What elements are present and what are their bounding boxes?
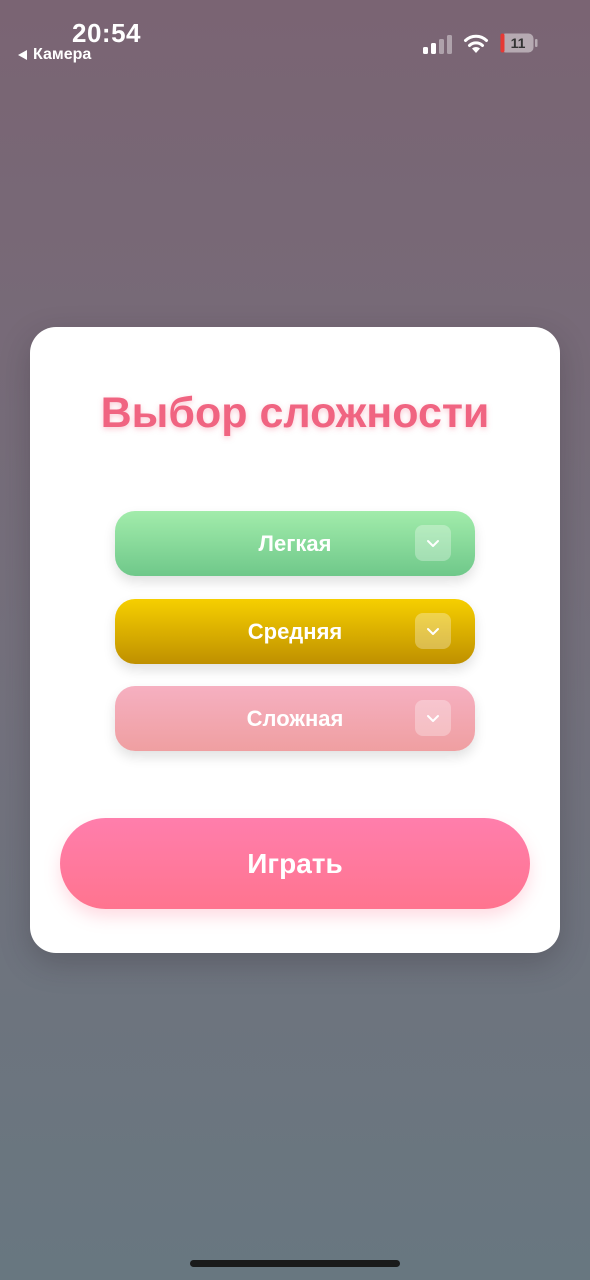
difficulty-medium-button[interactable]: Средняя (115, 599, 475, 664)
status-time: 20:54 (72, 18, 141, 48)
chevron-down-icon (415, 525, 451, 561)
back-to-app-link[interactable]: Камера (18, 46, 91, 64)
wifi-icon (464, 34, 488, 53)
chevron-down-icon (415, 700, 451, 736)
difficulty-easy-label: Легкая (258, 530, 332, 556)
dialog-title: Выбор сложности (100, 389, 490, 437)
difficulty-hard-label: Сложная (246, 705, 344, 731)
status-bar: 20:54 Камера 11 (0, 0, 590, 80)
back-app-label: Камера (33, 46, 92, 63)
home-indicator[interactable] (190, 1260, 400, 1267)
difficulty-dialog: Выбор сложности Легкая Средняя Сложная И… (30, 327, 560, 953)
chevron-down-icon (415, 613, 451, 649)
difficulty-medium-label: Средняя (247, 618, 343, 644)
difficulty-easy-button[interactable]: Легкая (115, 511, 475, 576)
back-triangle-icon (18, 50, 27, 60)
battery-level: 11 (510, 35, 526, 51)
difficulty-hard-button[interactable]: Сложная (115, 686, 475, 751)
play-button[interactable]: Играть (60, 818, 530, 909)
cellular-signal-icon (423, 35, 452, 54)
